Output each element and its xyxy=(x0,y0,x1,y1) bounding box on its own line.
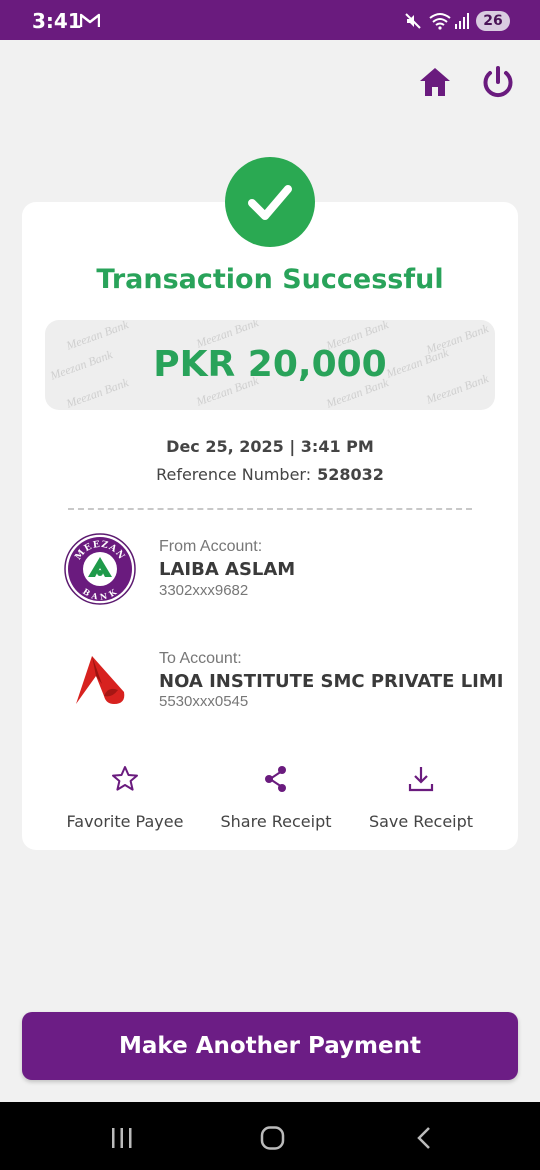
signal-icon xyxy=(455,13,469,29)
gmail-icon xyxy=(80,13,100,27)
make-another-payment-button[interactable]: Make Another Payment xyxy=(22,1012,518,1080)
status-time: 3:41 xyxy=(32,9,82,33)
reference-label: Reference Number: xyxy=(156,465,312,484)
from-account-number: 3302xxx9682 xyxy=(159,582,249,599)
transaction-status-title: Transaction Successful xyxy=(96,264,444,295)
to-account-name: NOA INSTITUTE SMC PRIVATE LIMI xyxy=(159,671,504,692)
status-bar: 3:41 26 xyxy=(0,0,540,40)
system-nav-bar xyxy=(0,1102,540,1170)
success-check-icon xyxy=(225,157,315,247)
payee-logo xyxy=(76,656,125,704)
to-account-label: To Account: xyxy=(159,650,242,667)
favorite-payee-label: Favorite Payee xyxy=(66,812,184,831)
meezan-bank-logo: MEEZAN BANK xyxy=(64,533,136,605)
receipt-card xyxy=(22,202,518,850)
share-receipt-label: Share Receipt xyxy=(220,812,332,831)
recent-apps-icon[interactable] xyxy=(110,1126,134,1150)
share-receipt-button[interactable]: Share Receipt xyxy=(201,764,351,834)
home-nav-icon[interactable] xyxy=(260,1126,286,1150)
amount-panel: Meezan Bank Meezan Bank Meezan Bank Meez… xyxy=(45,320,495,410)
mute-icon xyxy=(405,13,421,29)
reference-line: Reference Number: 528032 xyxy=(0,465,540,484)
transaction-amount: PKR 20,000 xyxy=(153,344,387,385)
save-receipt-label: Save Receipt xyxy=(368,812,474,831)
from-account-label: From Account: xyxy=(159,538,263,555)
share-icon xyxy=(265,766,286,792)
wifi-icon xyxy=(429,13,451,30)
reference-number: 528032 xyxy=(317,465,384,484)
from-account-name: LAIBA ASLAM xyxy=(159,559,296,580)
back-icon[interactable] xyxy=(414,1126,434,1150)
save-receipt-button[interactable]: Save Receipt xyxy=(346,764,496,834)
to-account-number: 5530xxx0545 xyxy=(159,693,249,710)
favorite-payee-button[interactable]: Favorite Payee xyxy=(50,764,200,834)
download-icon xyxy=(408,767,434,792)
power-icon[interactable] xyxy=(480,64,516,100)
transaction-datetime: Dec 25, 2025 | 3:41 PM xyxy=(166,437,374,456)
dashed-divider xyxy=(68,508,472,510)
battery-badge: 26 xyxy=(476,11,510,31)
home-icon[interactable] xyxy=(418,66,452,98)
star-icon xyxy=(112,766,138,791)
